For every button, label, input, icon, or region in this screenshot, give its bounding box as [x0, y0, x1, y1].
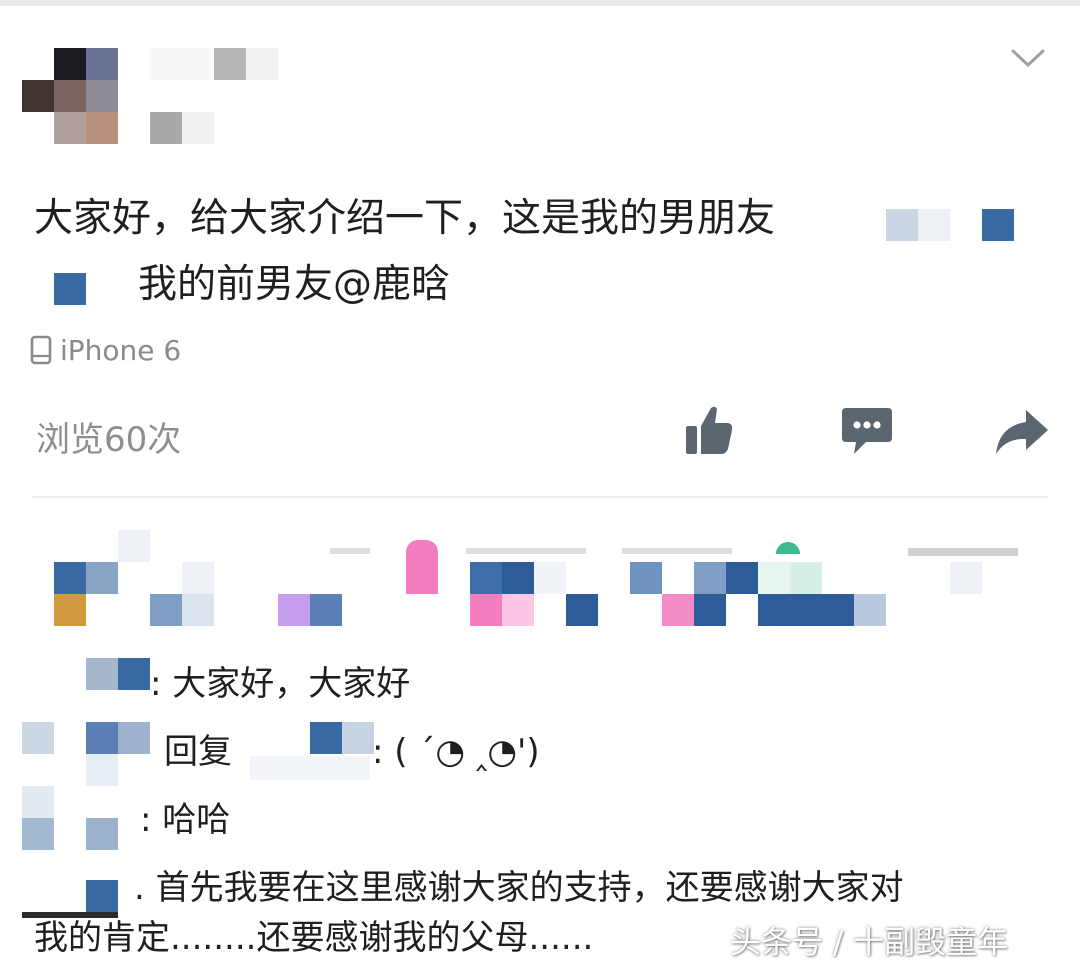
view-count: 浏览60次	[36, 420, 182, 460]
watermark: 头条号 / 十副毁童年	[730, 925, 1009, 961]
device-name: iPhone 6	[60, 333, 182, 367]
comment-4-line1: . 首先我要在这里感谢大家的支持，还要感谢大家对	[134, 868, 904, 908]
comment-2-emoticon: : ( ˊ◔ ‸◔')	[372, 732, 540, 772]
chevron-down-icon[interactable]	[1010, 44, 1046, 72]
post-text-line1: 大家好，给大家介绍一下，这是我的男朋友	[34, 196, 776, 241]
top-strip	[0, 0, 1080, 6]
comment-icon[interactable]	[840, 406, 894, 456]
phone-icon	[30, 335, 52, 365]
comment-1: : 大家好，大家好	[150, 664, 411, 704]
post-text-line2: 我的前男友@鹿晗	[138, 262, 451, 307]
share-icon[interactable]	[994, 408, 1050, 456]
divider	[32, 496, 1048, 498]
device-info: iPhone 6	[30, 330, 181, 370]
thumbs-up-icon[interactable]	[684, 404, 734, 456]
comment-2-reply: 回复	[164, 732, 232, 772]
comment-3: : 哈哈	[140, 800, 231, 840]
comment-4-line2: 我的肯定........还要感谢我的父母......	[34, 918, 594, 958]
